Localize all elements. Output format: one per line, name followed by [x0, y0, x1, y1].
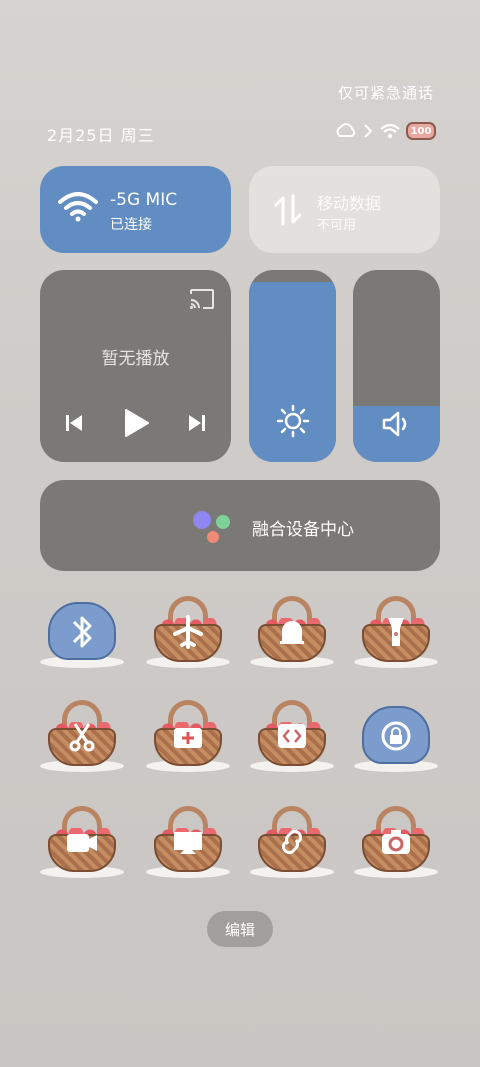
speaker-icon: [382, 411, 406, 437]
battery-level: 100: [410, 125, 432, 137]
nfc-icon: [364, 124, 373, 138]
video-toggle[interactable]: [40, 804, 124, 884]
emergency-call-only: 仅可紧急通话: [337, 84, 434, 102]
media-status: 暂无播放: [101, 349, 170, 369]
flashlight-toggle[interactable]: [354, 594, 438, 674]
device-center-label: 融合设备中心: [252, 520, 354, 540]
media-player-tile[interactable]: 暂无播放: [40, 270, 231, 462]
lock-rotation-icon: [381, 721, 411, 751]
flashlight-icon: [388, 618, 404, 646]
airplane-toggle[interactable]: [146, 594, 230, 674]
volume-slider[interactable]: [353, 270, 440, 462]
code-toggle[interactable]: [250, 698, 334, 778]
brightness-slider[interactable]: [249, 270, 336, 462]
device-center-tile[interactable]: 融合设备中心: [40, 480, 440, 571]
bluetooth-icon: [72, 616, 92, 648]
airplane-icon: [173, 615, 203, 649]
wifi-status: 已连接: [110, 217, 152, 233]
cast-screen-icon: [174, 832, 202, 854]
lock-rotation-toggle[interactable]: [354, 698, 438, 778]
cast-icon[interactable]: [189, 288, 215, 310]
mobile-data-status: 不可用: [317, 218, 357, 233]
previous-track-icon[interactable]: [64, 413, 84, 433]
video-icon: [67, 834, 97, 852]
mobile-data-icon: [274, 194, 302, 226]
device-center-icon: [193, 511, 230, 543]
link-icon: [281, 829, 303, 855]
code-icon: [278, 724, 306, 748]
sun-icon: [276, 404, 309, 438]
mobile-data-tile[interactable]: 移动数据 不可用: [249, 166, 440, 253]
bell-toggle[interactable]: [250, 594, 334, 674]
wifi-icon: [58, 192, 98, 222]
screenshot-toggle[interactable]: [40, 698, 124, 778]
date-label: 2月25日 周三: [47, 126, 155, 145]
camera-icon: [382, 830, 410, 854]
screenshot-icon: [69, 723, 95, 752]
camera-toggle[interactable]: [354, 804, 438, 884]
medical-icon: [174, 728, 202, 748]
battery-indicator: 100: [406, 122, 436, 140]
wifi-tile[interactable]: -5G MIC 已连接: [40, 166, 231, 253]
medical-toggle[interactable]: [146, 698, 230, 778]
mobile-data-title: 移动数据: [317, 194, 382, 213]
wifi-status-icon: [380, 123, 400, 139]
cast-screen-toggle[interactable]: [146, 804, 230, 884]
cloud-status-icon: [336, 123, 356, 137]
status-bar: 100: [334, 122, 436, 140]
bell-icon: [280, 621, 304, 644]
link-toggle[interactable]: [250, 804, 334, 884]
bluetooth-toggle[interactable]: [40, 594, 124, 674]
next-track-icon[interactable]: [187, 413, 207, 433]
edit-button[interactable]: 编辑: [207, 911, 273, 947]
wifi-ssid: -5G MIC: [110, 190, 178, 210]
play-icon[interactable]: [123, 408, 149, 438]
